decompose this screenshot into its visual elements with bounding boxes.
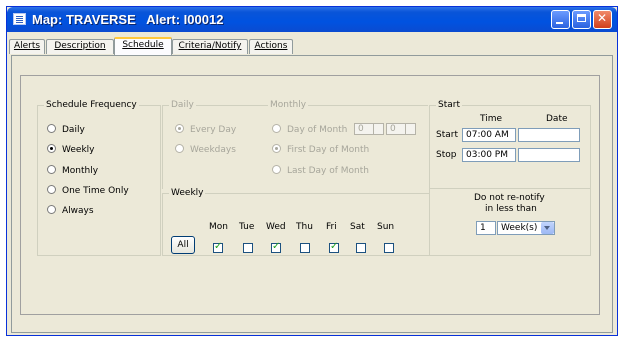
radio-weekly[interactable] xyxy=(47,144,56,153)
radio-daily[interactable] xyxy=(47,124,56,133)
title-bar[interactable]: Map: TRAVERSE Alert: I00012 xyxy=(7,7,617,32)
daily-every-day[interactable]: Every Day xyxy=(175,124,236,138)
checkbox-sun[interactable] xyxy=(384,243,394,253)
renotify-label-line2: in less than xyxy=(485,204,537,214)
monthly-group: Monthly Day of Month 0 0 First Day of Mo… xyxy=(262,100,428,189)
maximize-button[interactable] xyxy=(572,10,591,29)
renotify-quantity-field[interactable]: 1 xyxy=(476,221,496,235)
frequency-always[interactable]: Always xyxy=(47,205,94,219)
day-label-fri: Fri xyxy=(326,222,337,232)
radio-day-of-month[interactable] xyxy=(272,124,281,133)
tab-actions[interactable]: Actions xyxy=(249,39,293,54)
monthly-last-day[interactable]: Last Day of Month xyxy=(272,165,369,179)
start-date-field[interactable] xyxy=(518,128,580,142)
checkbox-tue[interactable] xyxy=(243,243,253,253)
day-label-mon: Mon xyxy=(209,222,228,232)
start-group: Start Time Date Start 07:00 AM Stop 03:0… xyxy=(429,100,591,189)
time-column-header: Time xyxy=(480,114,503,124)
minimize-button[interactable] xyxy=(551,10,570,29)
monthly-first-day[interactable]: First Day of Month xyxy=(272,144,369,158)
checkbox-wed[interactable] xyxy=(271,241,281,253)
day-label-tue: Tue xyxy=(239,222,255,232)
day-label-thu: Thu xyxy=(296,222,313,232)
alert-window: Map: TRAVERSE Alert: I00012 Alerts Descr… xyxy=(6,6,618,336)
tab-alerts[interactable]: Alerts xyxy=(9,39,45,54)
stop-date-field[interactable] xyxy=(518,148,580,162)
daily-weekdays[interactable]: Weekdays xyxy=(175,144,236,158)
frequency-weekly[interactable]: Weekly xyxy=(47,144,94,158)
checkbox-sat[interactable] xyxy=(356,243,366,253)
start-label: Start xyxy=(436,130,458,140)
renotify-group: Do not re-notify in less than 1 Week(s) xyxy=(429,188,591,256)
month-interval-spinner[interactable]: 0 xyxy=(386,123,416,135)
checkbox-mon[interactable] xyxy=(213,241,223,253)
radio-always[interactable] xyxy=(47,205,56,214)
start-legend: Start xyxy=(438,100,460,110)
frequency-daily[interactable]: Daily xyxy=(47,124,85,138)
monthly-legend: Monthly xyxy=(270,100,307,110)
day-label-sat: Sat xyxy=(350,222,365,232)
renotify-label-line1: Do not re-notify xyxy=(474,193,545,203)
window-title: Map: TRAVERSE Alert: I00012 xyxy=(32,12,224,27)
frequency-one-time-only[interactable]: One Time Only xyxy=(47,185,129,199)
select-all-days-button[interactable]: All xyxy=(171,236,195,254)
date-column-header: Date xyxy=(546,114,568,124)
monthly-day-of-month[interactable]: Day of Month xyxy=(272,124,347,138)
frequency-monthly[interactable]: Monthly xyxy=(47,165,98,179)
stop-time-field[interactable]: 03:00 PM xyxy=(462,148,516,162)
tab-description[interactable]: Description xyxy=(46,39,114,54)
stop-label: Stop xyxy=(436,150,457,160)
renotify-unit-value: Week(s) xyxy=(501,223,538,233)
tab-schedule[interactable]: Schedule xyxy=(114,37,172,56)
checkbox-thu[interactable] xyxy=(300,243,310,253)
close-button[interactable] xyxy=(593,10,612,29)
chevron-down-icon[interactable] xyxy=(541,222,554,234)
weekly-legend: Weekly xyxy=(171,188,204,198)
schedule-panel: Schedule Frequency Daily Weekly Monthly … xyxy=(11,55,613,333)
app-icon xyxy=(13,13,26,25)
weekly-group: Weekly All Mon Tue Wed Thu Fri Sat Sun xyxy=(162,188,429,256)
checkbox-fri[interactable] xyxy=(329,241,339,253)
radio-last-day-of-month[interactable] xyxy=(272,165,281,174)
daily-group: Daily Every Day Weekdays xyxy=(162,100,263,189)
radio-monthly[interactable] xyxy=(47,165,56,174)
radio-weekdays[interactable] xyxy=(175,144,184,153)
schedule-frequency-group: Schedule Frequency Daily Weekly Monthly … xyxy=(37,100,161,256)
radio-one-time-only[interactable] xyxy=(47,185,56,194)
day-label-wed: Wed xyxy=(266,222,286,232)
start-time-field[interactable]: 07:00 AM xyxy=(462,128,516,142)
radio-first-day-of-month[interactable] xyxy=(272,144,281,153)
radio-every-day[interactable] xyxy=(175,124,184,133)
day-of-month-spinner[interactable]: 0 xyxy=(354,123,384,135)
schedule-content-frame: Schedule Frequency Daily Weekly Monthly … xyxy=(20,75,600,315)
daily-legend: Daily xyxy=(171,100,194,110)
tab-criteria-notify[interactable]: Criteria/Notify xyxy=(172,39,248,54)
schedule-frequency-legend: Schedule Frequency xyxy=(46,100,137,110)
day-label-sun: Sun xyxy=(377,222,395,232)
